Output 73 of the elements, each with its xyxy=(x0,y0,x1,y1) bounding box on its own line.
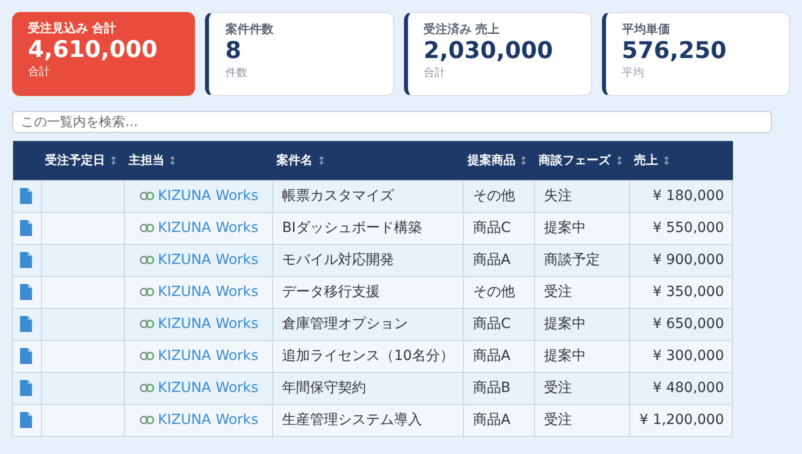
deal-name: 年間保守契約 xyxy=(272,372,464,404)
link-icon xyxy=(138,286,155,297)
link-icon xyxy=(138,414,155,425)
deal-name: 倉庫管理オプション xyxy=(272,308,464,340)
deal-name: BIダッシュボード構築 xyxy=(272,212,464,244)
table-cell: 商品B xyxy=(463,372,535,404)
column-header[interactable]: 商談フェーズ xyxy=(534,141,630,180)
document-icon[interactable] xyxy=(20,412,32,428)
deal-name: データ移行支援 xyxy=(272,276,464,308)
link-icon xyxy=(138,190,155,201)
card-caption: 合計 xyxy=(28,64,51,80)
table-cell: 商品A xyxy=(463,404,535,436)
deal-name: モバイル対応開発 xyxy=(272,244,464,276)
card-title: 案件件数 xyxy=(225,21,274,37)
table-cell: 商品C xyxy=(463,212,535,244)
table-cell: 受注 xyxy=(534,276,630,308)
document-icon[interactable] xyxy=(20,252,32,268)
column-header[interactable]: 案件名 xyxy=(272,141,464,180)
card-caption: 平均 xyxy=(622,65,645,81)
deal-name: 帳票カスタマイズ xyxy=(272,180,464,212)
table-cell: 受注 xyxy=(534,372,630,404)
table-cell: 提案中 xyxy=(534,308,630,340)
table-cell: その他 xyxy=(463,276,535,308)
document-icon[interactable] xyxy=(20,220,32,236)
table-cell: ¥ 550,000 xyxy=(630,212,732,244)
card-value: 4,610,000 xyxy=(28,36,158,64)
card-title: 平均単価 xyxy=(622,21,671,37)
table-cell: 商品A xyxy=(463,340,535,372)
table-cell: ¥ 650,000 xyxy=(630,308,732,340)
table-cell: 提案中 xyxy=(534,212,630,244)
table-cell: ¥ 1,200,000 xyxy=(630,404,732,436)
deal-name: 追加ライセンス（10名分） xyxy=(272,340,464,372)
table-cell: ¥ 180,000 xyxy=(630,180,732,212)
document-icon[interactable] xyxy=(20,316,32,332)
table-cell: 失注 xyxy=(534,180,630,212)
column-header[interactable]: 提案商品 xyxy=(463,141,535,180)
table-cell: ¥ 350,000 xyxy=(630,276,732,308)
table-cell: 受注 xyxy=(534,404,630,436)
table-cell: その他 xyxy=(463,180,535,212)
sort-icon[interactable] xyxy=(111,156,116,166)
deal-name: 生産管理システム導入 xyxy=(272,404,464,436)
sort-icon[interactable] xyxy=(616,156,622,166)
table-cell: 提案中 xyxy=(534,340,630,372)
link-icon xyxy=(138,350,155,361)
card-title: 受注見込み 合計 xyxy=(28,20,118,36)
column-header[interactable]: 主担当 xyxy=(124,141,273,180)
document-icon[interactable] xyxy=(20,380,32,396)
sort-icon[interactable] xyxy=(521,156,526,166)
link-icon xyxy=(138,222,155,233)
card-caption: 件数 xyxy=(225,65,248,81)
card-value: 8 xyxy=(225,37,242,65)
document-icon[interactable] xyxy=(20,188,32,204)
document-icon[interactable] xyxy=(20,284,32,300)
column-header[interactable]: 売上 xyxy=(630,141,732,180)
column-header[interactable]: 受注予定日 xyxy=(41,141,124,180)
card-caption: 合計 xyxy=(424,65,446,81)
table-cell: 商談予定 xyxy=(534,244,630,276)
table-cell: ¥ 480,000 xyxy=(630,372,732,404)
table-cell: 商品A xyxy=(463,244,535,276)
table-cell: 商品C xyxy=(463,308,535,340)
search-field[interactable]: この一覧内を検索… xyxy=(12,111,772,133)
card-title: 受注済み 売上 xyxy=(424,21,501,37)
link-icon xyxy=(138,254,155,265)
table-cell: ¥ 900,000 xyxy=(630,244,732,276)
sort-icon[interactable] xyxy=(318,156,324,166)
document-icon[interactable] xyxy=(20,348,32,364)
card-value: 576,250 xyxy=(622,37,728,65)
sort-icon[interactable] xyxy=(664,156,669,166)
link-icon xyxy=(138,318,155,329)
link-icon xyxy=(138,382,155,393)
table-cell: ¥ 300,000 xyxy=(630,340,732,372)
card-value: 2,030,000 xyxy=(424,37,554,65)
sort-icon[interactable] xyxy=(170,156,176,166)
